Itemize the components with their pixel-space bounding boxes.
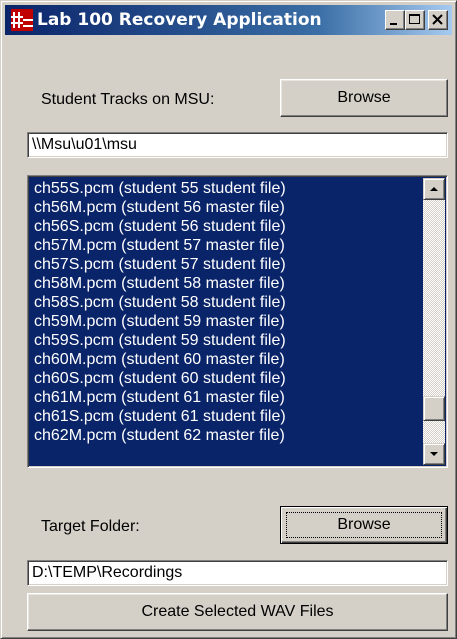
scroll-down-arrow-icon bbox=[430, 452, 438, 456]
maximize-button[interactable] bbox=[405, 10, 425, 30]
target-path-input[interactable]: D:\TEMP\Recordings bbox=[27, 560, 448, 586]
list-item[interactable]: ch59M.pcm (student 59 master file) bbox=[30, 312, 422, 331]
list-item[interactable]: ch61S.pcm (student 61 student file) bbox=[30, 407, 422, 426]
vertical-scrollbar[interactable] bbox=[423, 178, 445, 465]
maximize-icon bbox=[409, 14, 420, 24]
source-path-input[interactable]: \\Msu\u01\msu bbox=[27, 132, 448, 158]
window-title: Lab 100 Recovery Application bbox=[37, 10, 322, 30]
list-item[interactable]: ch58M.pcm (student 58 master file) bbox=[30, 274, 422, 293]
close-button[interactable] bbox=[428, 10, 448, 30]
close-icon bbox=[432, 14, 443, 25]
list-item[interactable]: ch57S.pcm (student 57 student file) bbox=[30, 255, 422, 274]
source-browse-button[interactable]: Browse bbox=[280, 79, 448, 117]
list-item[interactable]: ch57M.pcm (student 57 master file) bbox=[30, 236, 422, 255]
title-bar[interactable]: Lab 100 Recovery Application bbox=[5, 5, 452, 35]
file-listbox[interactable]: ch55S.pcm (student 55 student file) ch56… bbox=[27, 175, 448, 468]
list-item[interactable]: ch60M.pcm (student 60 master file) bbox=[30, 350, 422, 369]
app-icon[interactable] bbox=[11, 9, 33, 31]
focus-rectangle bbox=[286, 512, 442, 538]
window-controls bbox=[385, 10, 448, 30]
list-item[interactable]: ch60S.pcm (student 60 student file) bbox=[30, 369, 422, 388]
minimize-icon bbox=[390, 23, 397, 25]
list-item[interactable]: ch59S.pcm (student 59 student file) bbox=[30, 331, 422, 350]
list-item[interactable]: ch56S.pcm (student 56 student file) bbox=[30, 217, 422, 236]
create-wav-button[interactable]: Create Selected WAV Files bbox=[27, 593, 448, 631]
minimize-button[interactable] bbox=[385, 10, 405, 30]
file-list-items: ch55S.pcm (student 55 student file) ch56… bbox=[30, 179, 422, 445]
list-item[interactable]: ch61M.pcm (student 61 master file) bbox=[30, 388, 422, 407]
scroll-up-button[interactable] bbox=[423, 178, 445, 200]
list-item[interactable]: ch55S.pcm (student 55 student file) bbox=[30, 179, 422, 198]
scroll-up-arrow-icon bbox=[430, 187, 438, 191]
list-item[interactable]: ch62M.pcm (student 62 master file) bbox=[30, 426, 422, 445]
scrollbar-thumb[interactable] bbox=[423, 396, 445, 421]
app-window: Lab 100 Recovery Application Student Tra… bbox=[0, 0, 457, 639]
source-label: Student Tracks on MSU: bbox=[41, 91, 215, 108]
list-item[interactable]: ch58S.pcm (student 58 student file) bbox=[30, 293, 422, 312]
target-label: Target Folder: bbox=[41, 518, 140, 535]
target-browse-button[interactable]: Browse bbox=[280, 506, 448, 544]
scroll-down-button[interactable] bbox=[423, 443, 445, 465]
list-item[interactable]: ch56M.pcm (student 56 master file) bbox=[30, 198, 422, 217]
